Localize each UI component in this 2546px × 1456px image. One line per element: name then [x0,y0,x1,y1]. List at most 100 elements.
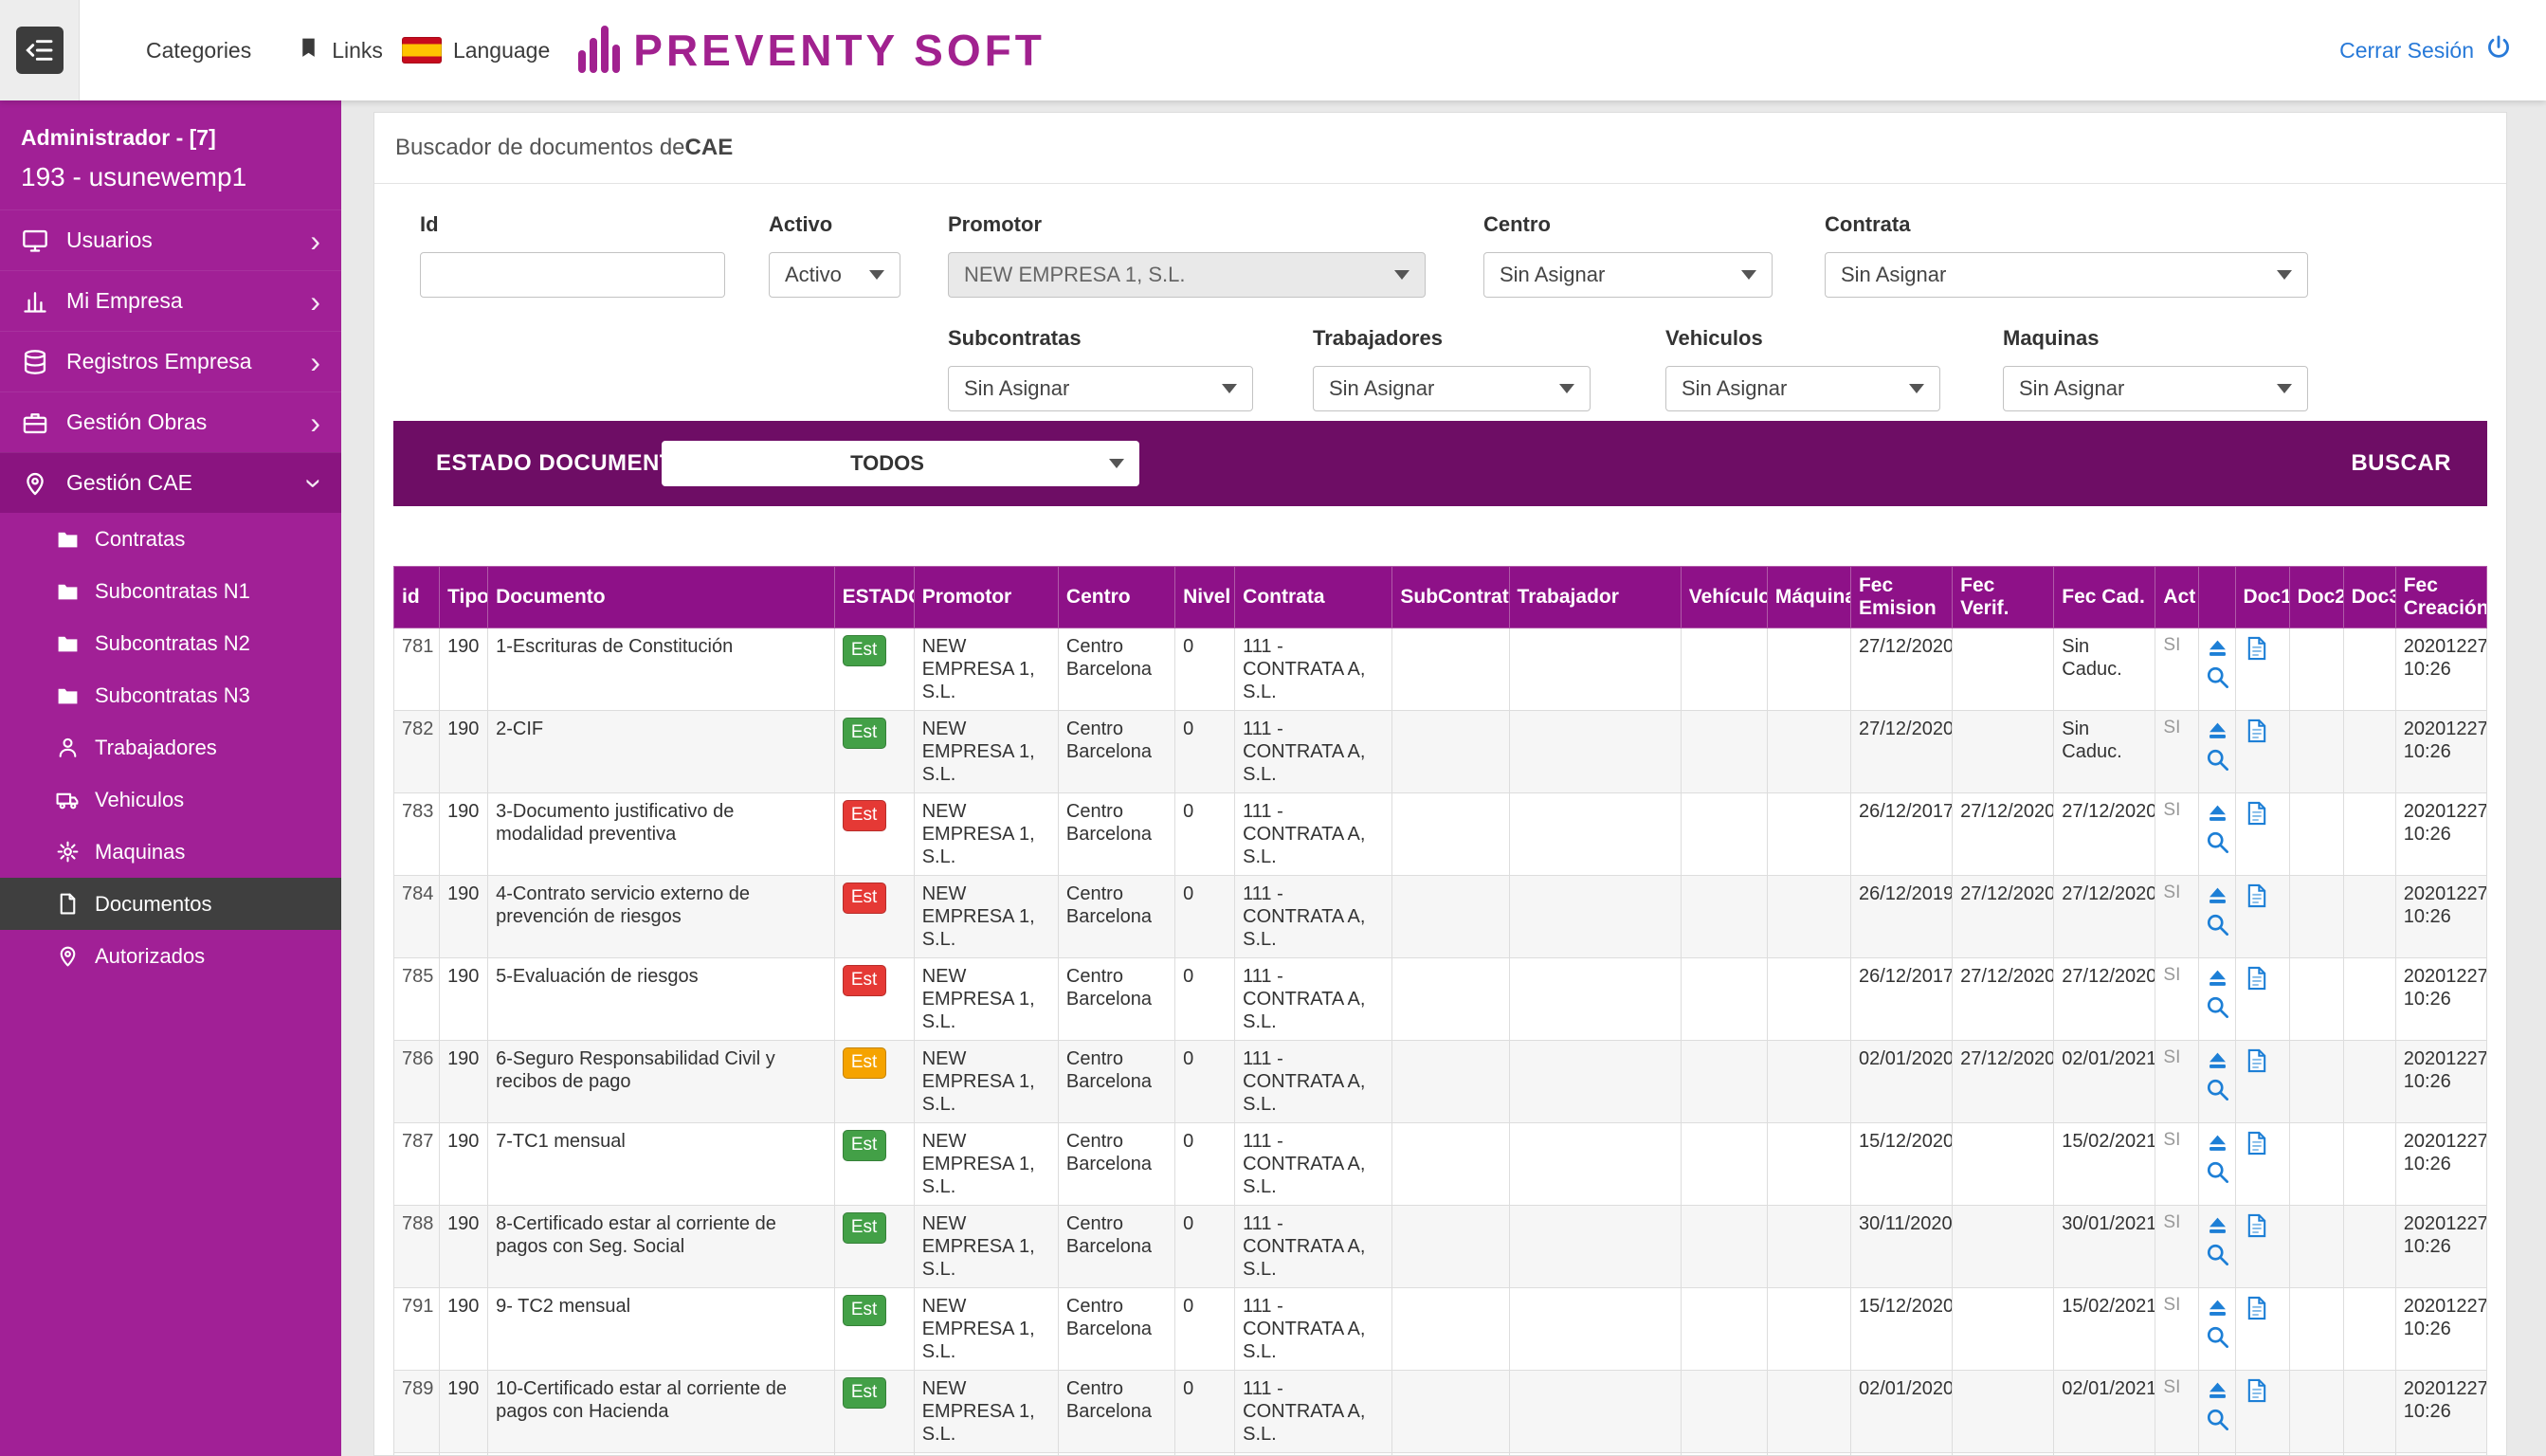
cell-nivel: 0 [1175,1123,1235,1206]
document-icon[interactable] [2244,1047,2270,1074]
magnifier-icon[interactable] [2205,829,2230,855]
table-row: 7831903-Documento justificativo de modal… [394,793,2487,876]
estado-badge[interactable]: Est [843,1047,886,1079]
chart-icon [21,287,49,316]
sidebar-subitem-trabajadores[interactable]: Trabajadores [0,721,341,774]
sidebar-item-gesti-n-obras[interactable]: Gestión Obras› [0,391,341,452]
activo-select[interactable]: Activo [769,252,900,298]
sidebar-toggle-button[interactable] [0,0,80,100]
document-icon[interactable] [2244,635,2270,662]
document-icon[interactable] [2244,1377,2270,1404]
filter-centro: Centro Sin Asignar [1483,212,1773,298]
upload-icon[interactable] [2205,800,2230,826]
magnifier-icon[interactable] [2205,1077,2230,1102]
sidebar-subitem-maquinas[interactable]: Maquinas [0,826,341,878]
nav-language[interactable]: Language [402,37,550,64]
sidebar-subitem-subcontratas-n2[interactable]: Subcontratas N2 [0,617,341,669]
estado-badge[interactable]: Est [843,635,886,666]
document-icon[interactable] [2244,883,2270,909]
contrata-select[interactable]: Sin Asignar [1825,252,2308,298]
column-header-tipo: Tipo [440,567,488,628]
cell-documento: 1-Escrituras de Constitución [488,628,834,711]
sidebar-subitem-label: Subcontratas N1 [95,579,320,604]
estado-badge[interactable]: Est [843,1377,886,1409]
cell-estado: Est [834,711,914,793]
estado-badge[interactable]: Est [843,965,886,996]
estado-documentos-select[interactable]: TODOS [662,441,1139,486]
estado-badge[interactable]: Est [843,1130,886,1161]
cell-actions [2199,958,2235,1041]
cell-documento: 5-Evaluación de riesgos [488,958,834,1041]
upload-icon[interactable] [2205,1047,2230,1073]
column-header-promotor: Promotor [914,567,1058,628]
upload-icon[interactable] [2205,1212,2230,1238]
sidebar-item-mi-empresa[interactable]: Mi Empresa› [0,270,341,331]
cell-fec-cad: 02/01/2021 [2054,1371,2155,1453]
sidebar-subitem-documentos[interactable]: Documentos [0,878,341,930]
table-row: 7871907-TC1 mensualEstNEW EMPRESA 1, S.L… [394,1123,2487,1206]
nav-links[interactable]: Links [297,36,383,65]
sidebar-subitem-contratas[interactable]: Contratas [0,513,341,565]
document-icon[interactable] [2244,718,2270,744]
cell-subcontrata [1392,1206,1509,1288]
estado-badge[interactable]: Est [843,883,886,914]
chevron-down-icon [1109,459,1124,468]
promotor-label: Promotor [948,212,1426,237]
upload-icon[interactable] [2205,1295,2230,1320]
vehiculos-select[interactable]: Sin Asignar [1665,366,1940,411]
cell-doc2 [2289,1371,2343,1453]
cell-fec-creacion: 20201227 10:26 [2395,711,2486,793]
cell-maquina [1767,793,1850,876]
magnifier-icon[interactable] [2205,1159,2230,1185]
sidebar-item-gesti-n-cae[interactable]: Gestión CAE› [0,452,341,513]
cell-contrata: 111 - CONTRATA A, S.L. [1235,628,1392,711]
magnifier-icon[interactable] [2205,994,2230,1020]
sidebar-subitem-autorizados[interactable]: Autorizados [0,930,341,982]
cell-fec-verif [1953,1206,2054,1288]
document-icon[interactable] [2244,800,2270,827]
estado-badge[interactable]: Est [843,800,886,831]
chevron-down-icon [869,270,884,280]
magnifier-icon[interactable] [2205,664,2230,690]
document-icon[interactable] [2244,1130,2270,1156]
magnifier-icon[interactable] [2205,1242,2230,1267]
id-input[interactable] [420,252,725,298]
sidebar-subitem-vehiculos[interactable]: Vehiculos [0,774,341,826]
cell-actions [2199,1041,2235,1123]
upload-icon[interactable] [2205,718,2230,743]
upload-icon[interactable] [2205,883,2230,908]
buscar-button[interactable]: BUSCAR [2351,450,2451,477]
estado-badge[interactable]: Est [843,1295,886,1326]
cell-doc1 [2235,1206,2289,1288]
maquinas-select[interactable]: Sin Asignar [2003,366,2308,411]
cell-subcontrata [1392,1041,1509,1123]
cell-actions [2199,1123,2235,1206]
upload-icon[interactable] [2205,965,2230,991]
sidebar-item-registros-empresa[interactable]: Registros Empresa› [0,331,341,391]
cell-estado: Est [834,1123,914,1206]
upload-icon[interactable] [2205,1377,2230,1403]
cell-contrata: 111 - CONTRATA A, S.L. [1235,1288,1392,1371]
nav-categories[interactable]: Categories [146,38,251,64]
promotor-select[interactable]: NEW EMPRESA 1, S.L. [948,252,1426,298]
magnifier-icon[interactable] [2205,747,2230,773]
cell-fec-emision: 27/12/2020 [1850,711,1952,793]
document-icon[interactable] [2244,1212,2270,1239]
sidebar-subitem-subcontratas-n1[interactable]: Subcontratas N1 [0,565,341,617]
document-icon[interactable] [2244,1295,2270,1321]
cell-subcontrata [1392,628,1509,711]
upload-icon[interactable] [2205,1130,2230,1156]
sidebar-subitem-subcontratas-n3[interactable]: Subcontratas N3 [0,669,341,721]
magnifier-icon[interactable] [2205,1324,2230,1350]
magnifier-icon[interactable] [2205,912,2230,937]
logout-button[interactable]: Cerrar Sesión [2339,34,2512,66]
estado-badge[interactable]: Est [843,718,886,749]
estado-badge[interactable]: Est [843,1212,886,1244]
upload-icon[interactable] [2205,635,2230,661]
subcontratas-select[interactable]: Sin Asignar [948,366,1253,411]
trabajadores-select[interactable]: Sin Asignar [1313,366,1591,411]
document-icon[interactable] [2244,965,2270,992]
magnifier-icon[interactable] [2205,1407,2230,1432]
centro-select[interactable]: Sin Asignar [1483,252,1773,298]
sidebar-item-usuarios[interactable]: Usuarios› [0,209,341,270]
